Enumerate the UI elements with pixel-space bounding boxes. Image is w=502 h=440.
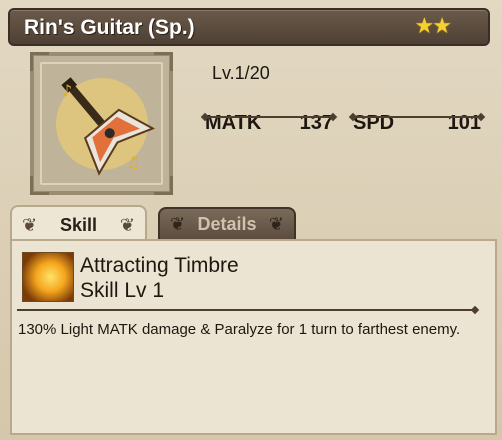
tab-details[interactable]: ❦ Details ❦	[158, 207, 296, 239]
ornament-icon: ❦	[268, 214, 284, 234]
skill-description: 130% Light MATK damage & Paralyze for 1 …	[18, 321, 461, 338]
ornament-icon: ❦	[119, 215, 135, 235]
item-detail-window: Rin's Guitar (Sp.) ★★ ♪ ♫ Lv.1/20 MATK 1…	[0, 0, 502, 440]
svg-text:♪: ♪	[62, 81, 72, 100]
skill-name: Attracting Timbre	[80, 254, 239, 277]
rarity-stars: ★★	[414, 13, 452, 38]
guitar-icon: ♪ ♫	[56, 77, 156, 176]
item-portrait-frame: ♪ ♫	[30, 52, 173, 195]
item-level: Lv.1/20	[212, 63, 270, 83]
item-title: Rin's Guitar (Sp.)	[24, 16, 195, 39]
tab-skill[interactable]: ❦ Skill ❦	[10, 205, 147, 241]
skill-light-icon	[22, 252, 74, 302]
skill-level: Skill Lv 1	[80, 279, 165, 302]
title-bar: Rin's Guitar (Sp.) ★★	[8, 8, 490, 46]
divider	[17, 309, 475, 311]
svg-text:♫: ♫	[126, 153, 140, 172]
